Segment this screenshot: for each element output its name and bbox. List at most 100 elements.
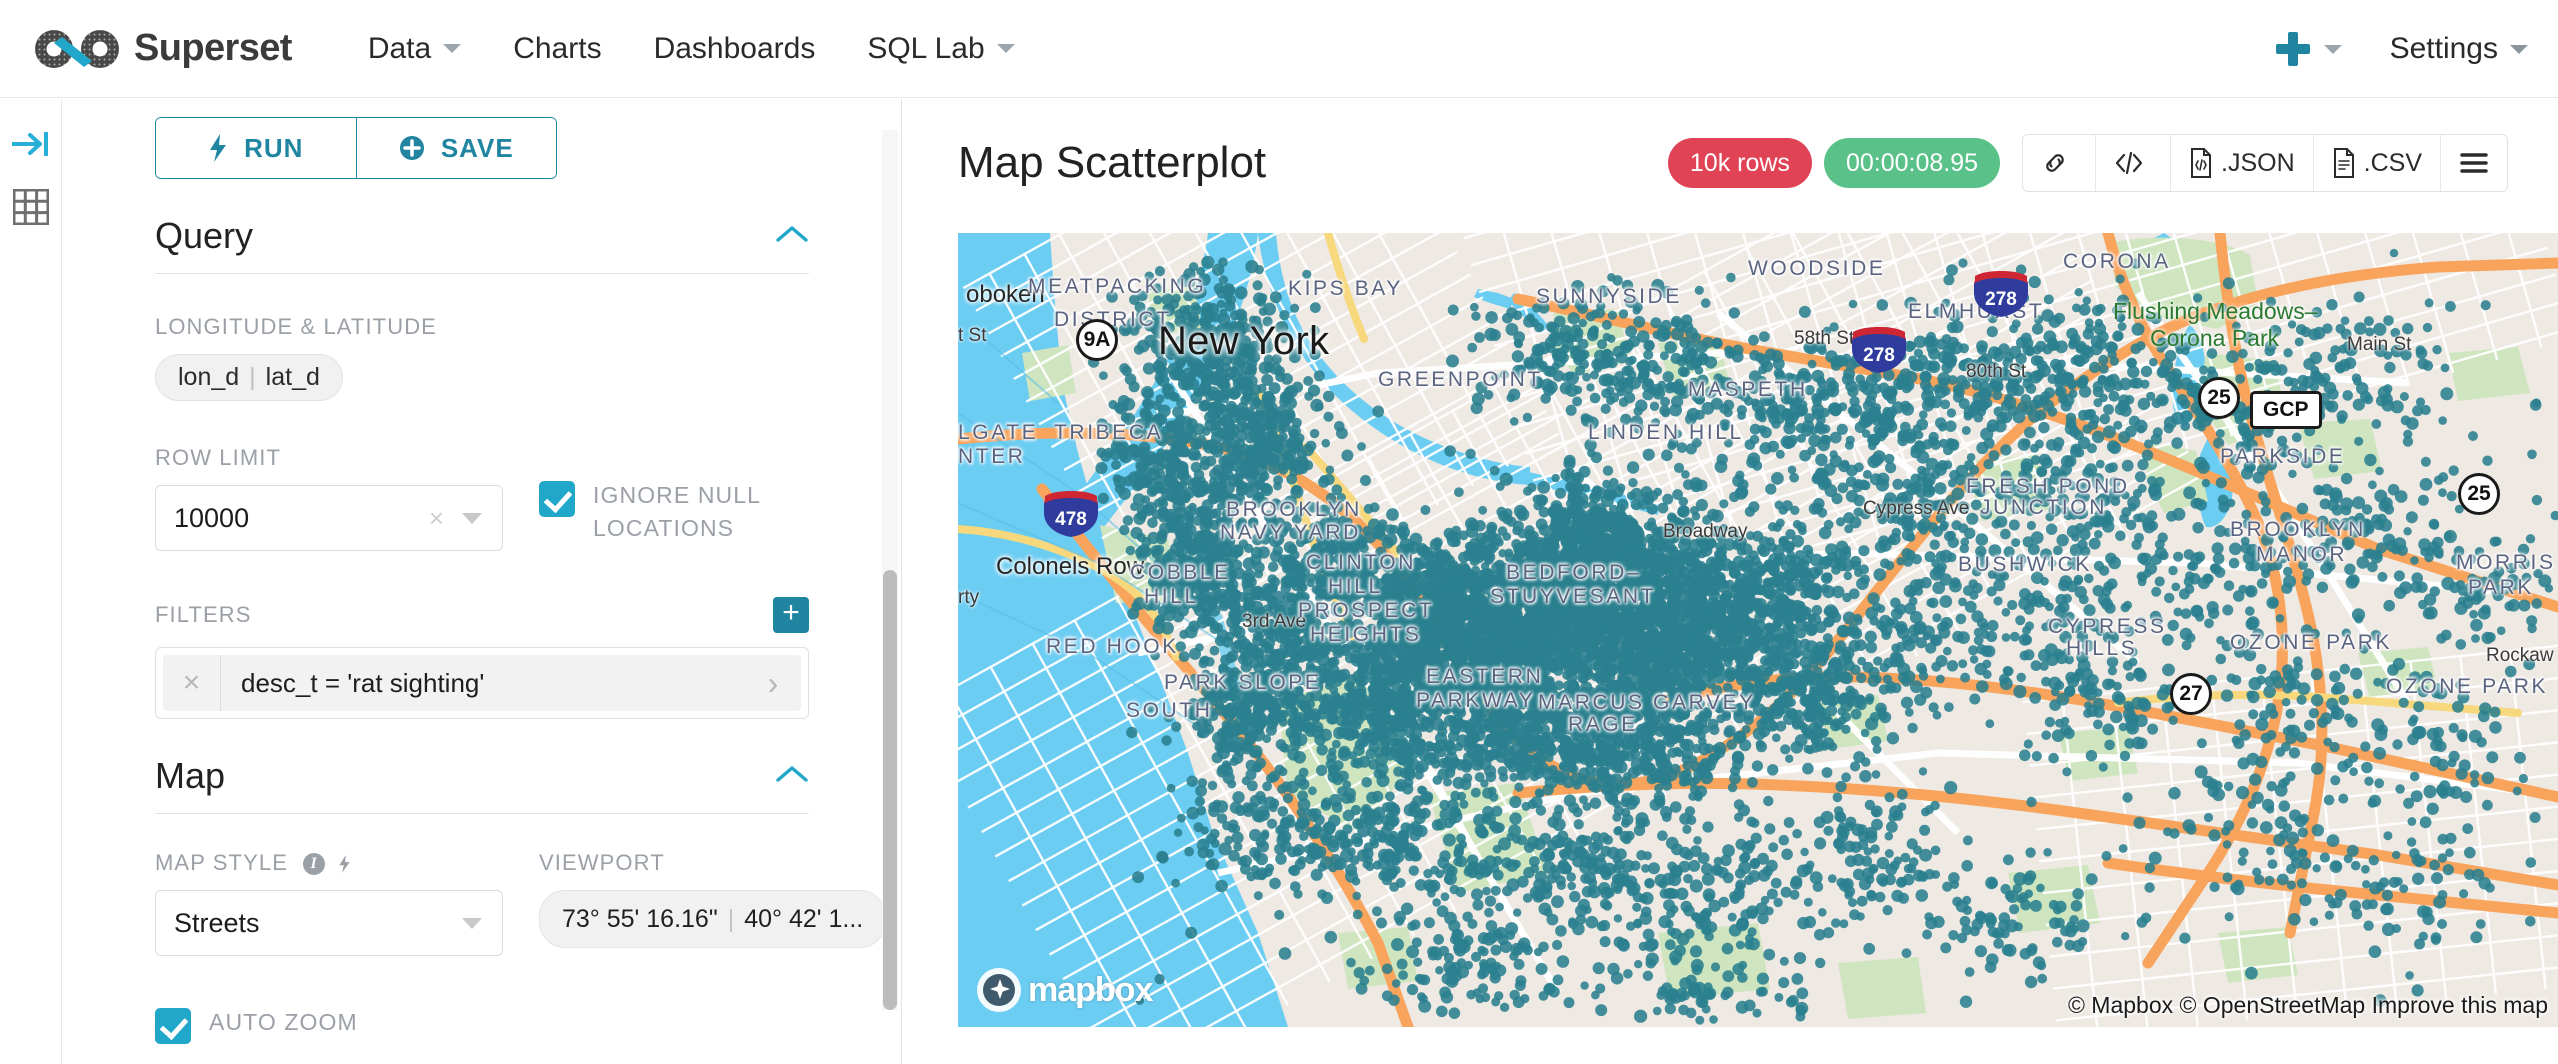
lightning-bolt-icon bbox=[338, 850, 351, 875]
map-scatterplot-canvas[interactable]: oboken t St MEATPACKING DISTRICT New York KIP… bbox=[958, 233, 2558, 1027]
map-style-label-text: MAP STYLE bbox=[155, 850, 288, 875]
chevron-down-icon bbox=[2510, 44, 2528, 54]
interstate-shield-icon: 278 bbox=[1970, 271, 2032, 319]
row-limit-label: ROW LIMIT bbox=[155, 445, 282, 470]
save-button[interactable]: SAVE bbox=[355, 118, 556, 178]
mapstyle-viewport-row: MAP STYLE i Streets VIEWPORT 73° 55' 16.… bbox=[155, 850, 887, 956]
filters-control: FILTERS + × desc_t = 'rat sighting' › bbox=[155, 597, 809, 719]
nav-item-sql-lab[interactable]: SQL Lab bbox=[841, 32, 1040, 66]
brand-logo-group[interactable]: Superset bbox=[32, 27, 292, 71]
lonlat-label: LONGITUDE & LATITUDE bbox=[155, 314, 437, 339]
lonlat-value-pill[interactable]: lon_d | lat_d bbox=[155, 354, 343, 401]
pill-separator: | bbox=[727, 904, 735, 933]
nav-item-data[interactable]: Data bbox=[342, 32, 487, 66]
route-shield-circle-icon: 9A bbox=[1076, 319, 1118, 361]
clear-icon[interactable]: × bbox=[429, 503, 444, 534]
save-button-label: SAVE bbox=[440, 132, 514, 163]
panel-scrollbar-thumb[interactable] bbox=[883, 570, 897, 1010]
lonlat-control: LONGITUDE & LATITUDE lon_d | lat_d bbox=[155, 314, 809, 401]
auto-zoom-control: AUTO ZOOM bbox=[155, 1006, 809, 1044]
ignore-null-control: IGNORE NULL LOCATIONS bbox=[539, 445, 809, 551]
chevron-up-icon[interactable] bbox=[775, 224, 809, 249]
map-basemap bbox=[958, 233, 2558, 1027]
json-file-icon bbox=[2189, 148, 2213, 178]
map-attribution[interactable]: © Mapbox © OpenStreetMap Improve this ma… bbox=[2068, 992, 2548, 1019]
remove-filter-icon[interactable]: × bbox=[163, 655, 221, 711]
route-shield-circle-icon: 25 bbox=[2198, 377, 2240, 419]
lightning-bolt-icon bbox=[208, 134, 228, 162]
filters-label: FILTERS bbox=[155, 602, 252, 627]
collapse-panel-icon[interactable] bbox=[10, 127, 52, 161]
chevron-down-icon bbox=[462, 512, 482, 524]
nav-item-charts-label: Charts bbox=[513, 31, 602, 65]
interstate-shield-icon: 478 bbox=[1040, 491, 1102, 539]
hamburger-icon bbox=[2459, 151, 2489, 175]
viewport-label: VIEWPORT bbox=[539, 850, 665, 875]
nav-item-dashboards[interactable]: Dashboards bbox=[628, 32, 842, 66]
settings-menu[interactable]: Settings bbox=[2390, 32, 2528, 66]
ignore-null-checkbox[interactable] bbox=[539, 481, 575, 517]
settings-label: Settings bbox=[2389, 32, 2498, 65]
map-style-label: MAP STYLE i bbox=[155, 850, 503, 876]
view-query-button[interactable] bbox=[2095, 135, 2171, 191]
chart-tool-group: .JSON .CSV bbox=[2022, 134, 2508, 192]
auto-zoom-checkbox[interactable] bbox=[155, 1008, 191, 1044]
nav-item-data-label: Data bbox=[367, 31, 432, 65]
interstate-shield-icon: 278 bbox=[1848, 327, 1910, 375]
navbar-right-group: Settings bbox=[2275, 0, 2528, 98]
divider bbox=[155, 273, 809, 274]
page-title: Map Scatterplot bbox=[958, 138, 1267, 187]
add-filter-button[interactable]: + bbox=[773, 597, 809, 633]
filter-item[interactable]: × desc_t = 'rat sighting' › bbox=[163, 655, 801, 711]
row-limit-select[interactable]: 10000 × bbox=[155, 485, 503, 551]
query-section-header[interactable]: Query bbox=[155, 179, 809, 257]
export-json-button[interactable]: .JSON bbox=[2170, 135, 2313, 191]
run-button[interactable]: RUN bbox=[156, 118, 356, 178]
plus-icon bbox=[2275, 32, 2310, 66]
run-save-button-group: RUN SAVE bbox=[155, 117, 557, 179]
route-shield-circle-icon: 25 bbox=[2458, 473, 2500, 515]
export-csv-label: .CSV bbox=[2363, 148, 2422, 177]
viewport-lat: 40° 42' 1... bbox=[744, 904, 864, 933]
lat-value: lat_d bbox=[265, 363, 320, 391]
export-json-label: .JSON bbox=[2221, 148, 2295, 177]
row-limit-value: 10000 bbox=[174, 502, 250, 533]
rows-badge[interactable]: 10k rows bbox=[1667, 138, 1812, 188]
map-style-select[interactable]: Streets bbox=[155, 890, 503, 956]
pill-separator: | bbox=[249, 363, 256, 391]
nav-links: Data Charts Dashboards SQL Lab bbox=[342, 32, 1041, 66]
chevron-up-icon[interactable] bbox=[775, 764, 809, 789]
filter-list: × desc_t = 'rat sighting' › bbox=[155, 647, 809, 719]
export-csv-button[interactable]: .CSV bbox=[2312, 135, 2440, 191]
chart-area: Map Scatterplot 10k rows 00:00:08.95 .JS… bbox=[902, 99, 2558, 1064]
viewport-lon: 73° 55' 16.16" bbox=[562, 904, 718, 933]
chart-header: Map Scatterplot 10k rows 00:00:08.95 .JS… bbox=[958, 121, 2528, 205]
viewport-value-pill[interactable]: 73° 55' 16.16" | 40° 42' 1... bbox=[539, 890, 887, 948]
query-section-title: Query bbox=[155, 215, 254, 256]
nav-item-sql-lab-label: SQL Lab bbox=[867, 31, 985, 65]
map-style-value: Streets bbox=[174, 907, 260, 938]
map-section: Map MAP STYLE i Streets bbox=[155, 719, 887, 1044]
map-section-header[interactable]: Map bbox=[155, 719, 809, 797]
query-time-badge[interactable]: 00:00:08.95 bbox=[1823, 138, 2001, 188]
info-icon[interactable]: i bbox=[303, 853, 326, 876]
auto-zoom-label: AUTO ZOOM bbox=[209, 1009, 358, 1035]
viewport-control: VIEWPORT 73° 55' 16.16" | 40° 42' 1... bbox=[539, 850, 887, 956]
row-limit-control: ROW LIMIT 10000 × bbox=[155, 445, 503, 551]
control-panel-scroll-content: RUN SAVE Query LONGITUDE & LATITUDE lon_… bbox=[63, 99, 901, 1044]
table-grid-icon[interactable] bbox=[12, 188, 50, 226]
share-link-button[interactable] bbox=[2023, 135, 2096, 191]
chevron-down-icon bbox=[996, 44, 1015, 53]
new-item-button[interactable] bbox=[2275, 32, 2342, 66]
brand-name: Superset bbox=[134, 27, 292, 69]
control-panel: RUN SAVE Query LONGITUDE & LATITUDE lon_… bbox=[63, 99, 901, 1064]
plus-circle-icon bbox=[399, 135, 425, 161]
lon-value: lon_d bbox=[178, 363, 240, 391]
chevron-right-icon[interactable]: › bbox=[745, 665, 801, 702]
nav-item-charts[interactable]: Charts bbox=[487, 32, 627, 66]
divider bbox=[155, 813, 809, 814]
link-icon bbox=[2041, 149, 2069, 177]
chevron-down-icon bbox=[2323, 44, 2342, 54]
more-menu-button[interactable] bbox=[2440, 135, 2507, 191]
route-shield-box-icon: GCP bbox=[2250, 391, 2322, 429]
